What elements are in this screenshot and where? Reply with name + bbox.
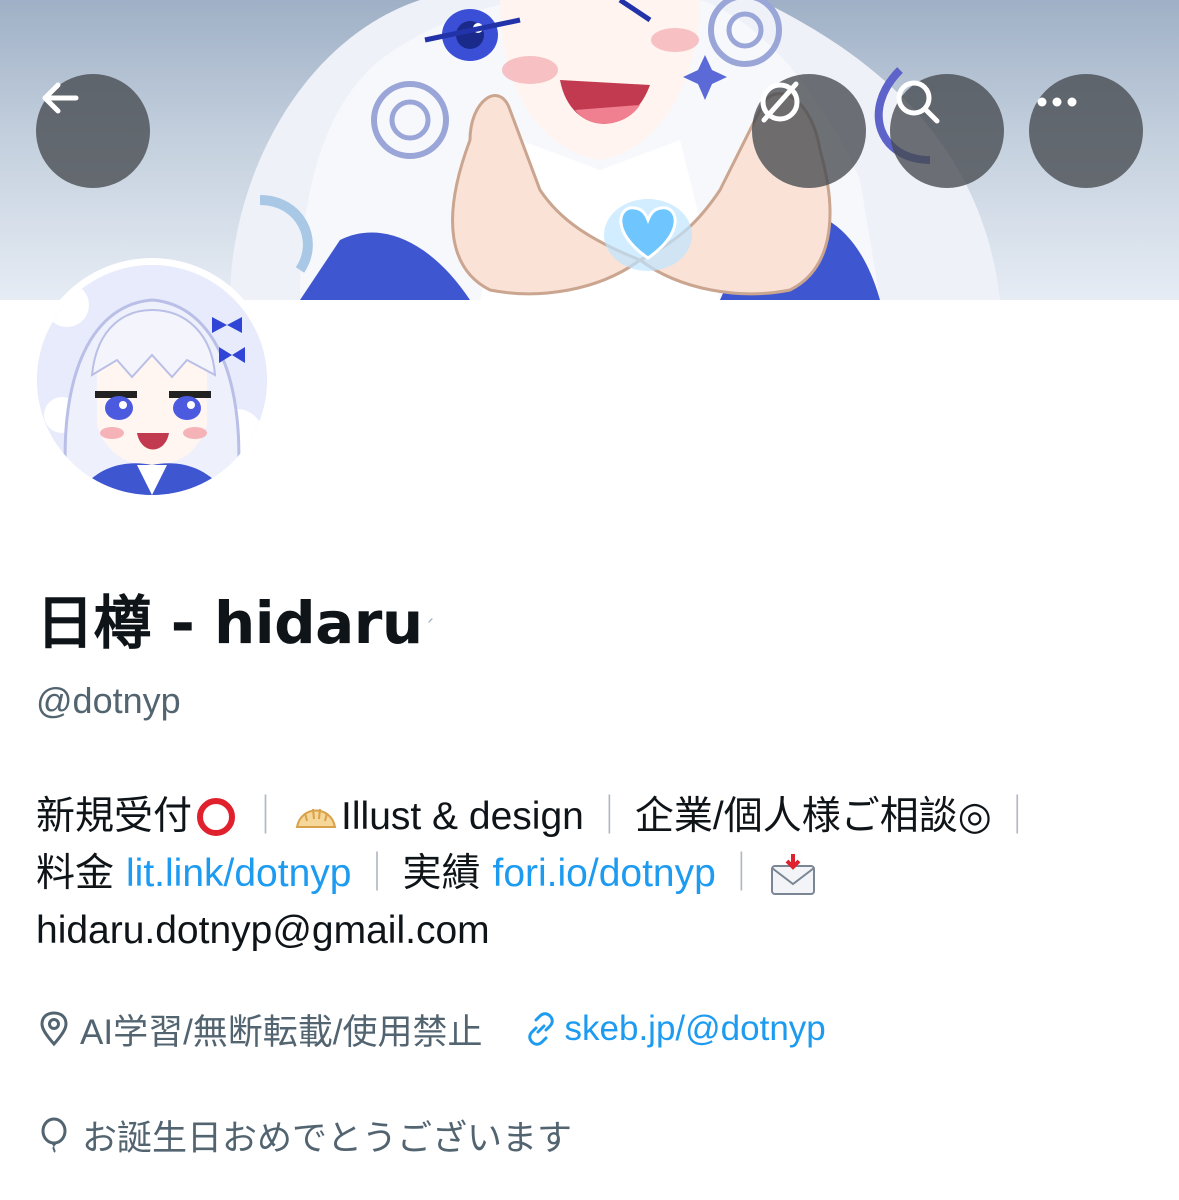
bio-text: 実績 [402,852,481,895]
profile-meta: AI学習/無断転載/使用禁止 skeb.jp/@dotnyp [36,1003,826,1055]
birthday-text: お誕生日おめでとうございます [82,1118,573,1158]
separator: ｜ [246,795,286,838]
more-options-button[interactable] [1029,74,1143,188]
separator: ｜ [589,795,629,838]
separator: ｜ [997,795,1037,838]
location-pin-icon [36,1011,72,1047]
balloon-icon [36,1117,72,1153]
separator: ｜ [357,852,397,895]
banner-illustration [230,0,1000,300]
bio-line-3: hidaru.dotnyp@gmail.com [36,902,1156,959]
more-horizontal-icon [1037,97,1077,107]
bio-text: 企業/個人様ご相談◎ [634,795,992,838]
dumpling-icon [293,797,339,837]
profile-avatar[interactable] [30,258,274,502]
bio-line-1: 新規受付 ｜ Illust & design ｜ 企業/個人様ご相談◎ ｜ [36,788,1156,845]
birthday-row: お誕生日おめでとうございます [36,1110,572,1160]
location-text: AI学習/無断転載/使用禁止 [80,1012,483,1052]
website-link[interactable]: skeb.jp/@dotnyp [523,1009,826,1049]
envelope-arrow-icon [769,852,817,896]
bio-text: 新規受付 [36,795,193,838]
separator: ｜ [721,852,761,895]
search-button[interactable] [890,74,1004,188]
red-circle-icon [194,795,238,839]
bio-email: hidaru.dotnyp@gmail.com [36,909,490,952]
bio-text: 料金 [36,852,115,895]
bio-link-fori[interactable]: fori.io/dotnyp [493,845,716,902]
translate-button[interactable] [752,74,866,188]
profile-banner[interactable] [0,0,1179,300]
search-icon [896,80,940,124]
bio-link-litlink[interactable]: lit.link/dotnyp [126,845,351,902]
website-text: skeb.jp/@dotnyp [564,1009,826,1048]
circle-slash-icon [760,81,800,123]
arrow-left-icon [42,82,79,114]
link-icon [523,1011,559,1047]
back-button[interactable] [36,74,150,188]
name-decoration: ˏ [424,598,435,623]
display-name: 日樽 - hidaru [36,589,423,657]
profile-bio: 新規受付 ｜ Illust & design ｜ 企業/個人様ご相談◎ ｜ 料金… [36,788,1156,959]
bio-text: Illust & design [341,795,584,838]
avatar-illustration [37,265,267,495]
user-handle: @dotnyp [36,680,181,721]
bio-line-2: 料金 lit.link/dotnyp ｜ 実績 fori.io/dotnyp ｜ [36,845,1156,902]
